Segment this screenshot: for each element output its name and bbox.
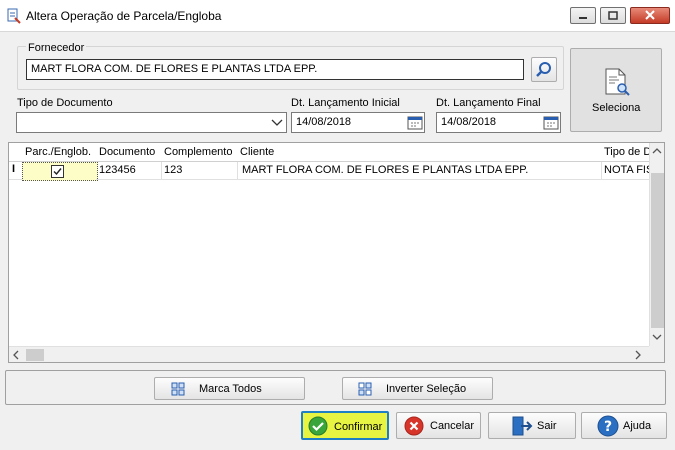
confirmar-label: Confirmar [334,421,383,433]
table-row-checkbox-cell[interactable] [22,162,98,181]
dt-final-value: 14/08/2018 [441,116,497,128]
scroll-down-icon[interactable] [652,333,662,341]
ajuda-button[interactable]: ? Ajuda [581,412,667,439]
window-title: Altera Operação de Parcela/Engloba [26,9,222,23]
ajuda-label: Ajuda [623,420,652,432]
confirmar-button[interactable]: Confirmar [301,411,389,440]
minimize-icon [579,17,587,19]
fornecedor-label: Fornecedor [26,42,87,54]
cancel-circle-icon [404,416,424,436]
dt-final-label: Dt. Lançamento Final [436,97,541,109]
dt-inicial-value: 14/08/2018 [296,116,352,128]
inverter-selecao-label: Inverter Seleção [386,383,467,395]
close-icon [645,10,655,20]
seleciona-label: Seleciona [592,102,641,114]
column-header-parc-englob[interactable]: Parc./Englob. [22,143,97,162]
horizontal-scrollbar[interactable] [9,346,649,362]
sair-button[interactable]: Sair [488,412,576,439]
sair-label: Sair [537,420,557,432]
cancelar-label: Cancelar [430,420,475,432]
close-button[interactable] [630,7,670,24]
maximize-icon [608,11,618,20]
check-circle-icon [308,416,328,436]
row-indicator-header [9,143,23,162]
vertical-scroll-thumb[interactable] [651,173,664,328]
row-indicator: I [9,162,23,180]
grid-select-icon [171,382,185,396]
table-row-documento[interactable]: 123456 [96,162,162,180]
chevron-down-icon [271,119,283,126]
calendar-icon[interactable] [407,115,423,130]
exit-door-icon [512,416,533,436]
column-header-tipo[interactable]: Tipo de D [601,143,651,162]
documents-grid[interactable]: Parc./Englob. Documento Complemento Clie… [8,142,665,363]
scroll-corner [649,346,664,362]
horizontal-scroll-thumb[interactable] [26,349,44,361]
maximize-button[interactable] [600,7,626,24]
search-icon [536,62,551,77]
inverter-selecao-button[interactable]: Inverter Seleção [342,377,493,400]
search-fornecedor-button[interactable] [531,57,557,82]
cancelar-button[interactable]: Cancelar [396,412,481,439]
column-header-complemento[interactable]: Complemento [161,143,238,162]
title-bar: Altera Operação de Parcela/Engloba [0,0,675,32]
scroll-left-icon[interactable] [12,350,20,360]
invert-selection-icon [358,382,372,396]
marca-todos-label: Marca Todos [199,383,262,395]
dt-inicial-field[interactable]: 14/08/2018 [291,112,425,133]
seleciona-button[interactable]: Seleciona [570,48,662,132]
column-header-cliente[interactable]: Cliente [237,143,602,162]
dt-inicial-label: Dt. Lançamento Inicial [291,97,400,109]
app-icon [7,8,21,24]
table-row-cliente[interactable]: MART FLORA COM. DE FLORES E PLANTAS LTDA… [237,162,602,180]
fornecedor-value: MART FLORA COM. DE FLORES E PLANTAS LTDA… [31,63,318,75]
minimize-button[interactable] [570,7,596,24]
checkbox-checked-icon[interactable] [51,165,64,178]
fornecedor-field[interactable]: MART FLORA COM. DE FLORES E PLANTAS LTDA… [26,59,524,80]
scroll-up-icon[interactable] [652,147,662,155]
scroll-right-icon[interactable] [634,350,642,360]
table-row-complemento[interactable]: 123 [161,162,238,180]
tipo-documento-select[interactable] [16,112,287,133]
marca-todos-button[interactable]: Marca Todos [154,377,305,400]
action-bar [5,370,666,405]
table-row-tipo[interactable]: NOTA FIS [601,162,650,180]
calendar-icon[interactable] [543,115,559,130]
vertical-scrollbar[interactable] [649,143,664,346]
column-header-documento[interactable]: Documento [96,143,162,162]
help-icon: ? [597,415,619,437]
dt-final-field[interactable]: 14/08/2018 [436,112,561,133]
document-search-icon [605,68,630,96]
tipo-documento-label: Tipo de Documento [17,97,113,109]
svg-text:?: ? [604,419,612,435]
